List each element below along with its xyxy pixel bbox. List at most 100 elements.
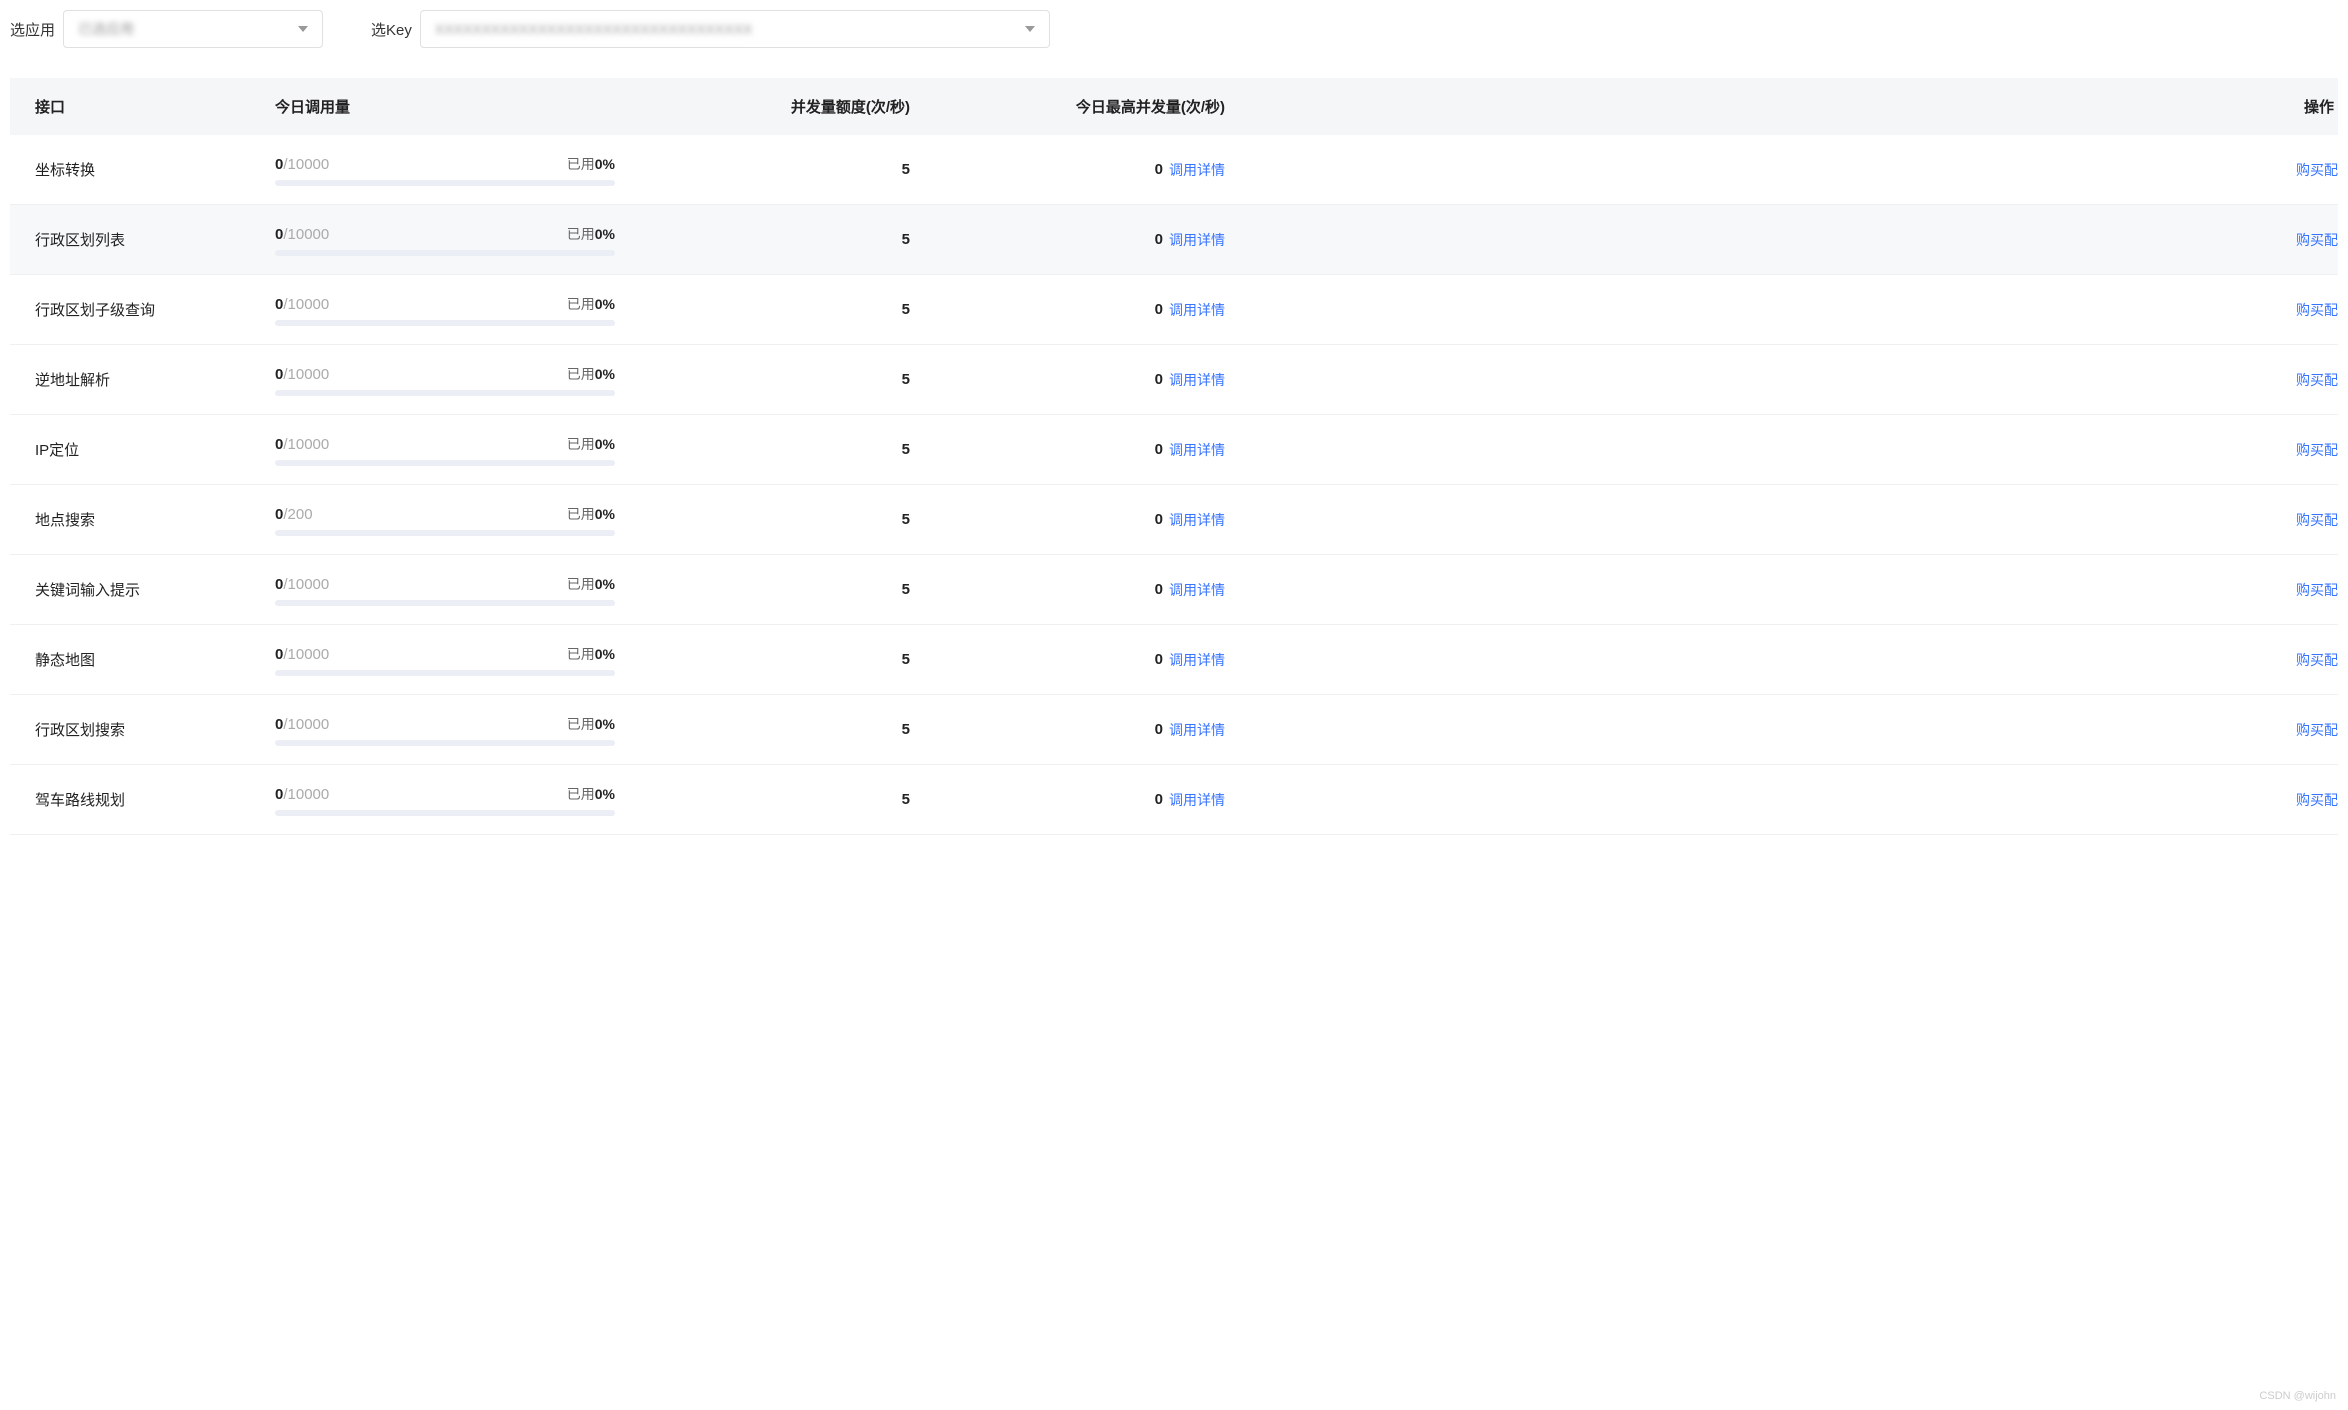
peak-value: 0 — [1155, 791, 1163, 808]
api-name: IP定位 — [10, 439, 275, 460]
purchase-link[interactable]: 购买配 — [2296, 792, 2338, 808]
usage-cell: 0/10000 已用0% — [275, 294, 615, 326]
detail-link[interactable]: 调用详情 — [1169, 370, 1225, 390]
peak-cell: 0 调用详情 — [945, 160, 1225, 180]
table-row: 关键词输入提示 0/10000 已用0% 5 0 调用详情 购买配 — [10, 555, 2338, 625]
detail-link[interactable]: 调用详情 — [1169, 720, 1225, 740]
action-cell: 购买配 — [1225, 440, 2338, 460]
api-name: 驾车路线规划 — [10, 789, 275, 810]
table-row: IP定位 0/10000 已用0% 5 0 调用详情 购买配 — [10, 415, 2338, 485]
usage-limit: /10000 — [283, 226, 329, 243]
usage-percent: 已用0% — [567, 504, 615, 524]
peak-cell: 0 调用详情 — [945, 370, 1225, 390]
peak-value: 0 — [1155, 441, 1163, 458]
api-name: 静态地图 — [10, 649, 275, 670]
peak-value: 0 — [1155, 371, 1163, 388]
table-row: 静态地图 0/10000 已用0% 5 0 调用详情 购买配 — [10, 625, 2338, 695]
api-name: 逆地址解析 — [10, 369, 275, 390]
app-select[interactable]: 已选应用 — [63, 10, 323, 48]
usage-cell: 0/10000 已用0% — [275, 224, 615, 256]
header-action: 操作 — [1225, 96, 2338, 117]
usage-progress-bar — [275, 320, 615, 326]
api-name: 行政区划搜索 — [10, 719, 275, 740]
table-row: 坐标转换 0/10000 已用0% 5 0 调用详情 购买配 — [10, 135, 2338, 205]
purchase-link[interactable]: 购买配 — [2296, 512, 2338, 528]
chevron-down-icon — [1025, 26, 1035, 32]
detail-link[interactable]: 调用详情 — [1169, 790, 1225, 810]
usage-percent: 已用0% — [567, 714, 615, 734]
detail-link[interactable]: 调用详情 — [1169, 580, 1225, 600]
watermark: CSDN @wijohn — [2259, 1390, 2336, 1402]
action-cell: 购买配 — [1225, 720, 2338, 740]
usage-percent: 已用0% — [567, 574, 615, 594]
usage-progress-bar — [275, 600, 615, 606]
table-row: 行政区划子级查询 0/10000 已用0% 5 0 调用详情 购买配 — [10, 275, 2338, 345]
usage-cell: 0/10000 已用0% — [275, 364, 615, 396]
header-interface: 接口 — [10, 96, 275, 117]
peak-value: 0 — [1155, 581, 1163, 598]
purchase-link[interactable]: 购买配 — [2296, 162, 2338, 178]
header-concurrency: 并发量额度(次/秒) — [615, 96, 945, 117]
peak-cell: 0 调用详情 — [945, 300, 1225, 320]
table-header-row: 接口 今日调用量 并发量额度(次/秒) 今日最高并发量(次/秒) 操作 — [10, 78, 2338, 135]
api-name: 行政区划子级查询 — [10, 299, 275, 320]
api-quota-table: 接口 今日调用量 并发量额度(次/秒) 今日最高并发量(次/秒) 操作 坐标转换… — [10, 78, 2338, 835]
action-cell: 购买配 — [1225, 510, 2338, 530]
usage-progress-bar — [275, 390, 615, 396]
purchase-link[interactable]: 购买配 — [2296, 302, 2338, 318]
detail-link[interactable]: 调用详情 — [1169, 650, 1225, 670]
purchase-link[interactable]: 购买配 — [2296, 442, 2338, 458]
peak-value: 0 — [1155, 511, 1163, 528]
usage-percent: 已用0% — [567, 364, 615, 384]
detail-link[interactable]: 调用详情 — [1169, 230, 1225, 250]
usage-limit: /10000 — [283, 436, 329, 453]
app-select-value: 已选应用 — [78, 19, 290, 39]
purchase-link[interactable]: 购买配 — [2296, 652, 2338, 668]
usage-percent: 已用0% — [567, 294, 615, 314]
usage-progress-bar — [275, 460, 615, 466]
usage-percent: 已用0% — [567, 434, 615, 454]
usage-percent: 已用0% — [567, 644, 615, 664]
peak-cell: 0 调用详情 — [945, 440, 1225, 460]
api-name: 坐标转换 — [10, 159, 275, 180]
api-name: 行政区划列表 — [10, 229, 275, 250]
purchase-link[interactable]: 购买配 — [2296, 232, 2338, 248]
usage-progress-bar — [275, 670, 615, 676]
key-select-value: XXXXXXXXXXXXXXXXXXXXXXXXXXXXXXXXXX — [435, 21, 1017, 37]
usage-progress-bar — [275, 250, 615, 256]
usage-limit: /10000 — [283, 156, 329, 173]
detail-link[interactable]: 调用详情 — [1169, 440, 1225, 460]
usage-cell: 0/10000 已用0% — [275, 154, 615, 186]
detail-link[interactable]: 调用详情 — [1169, 300, 1225, 320]
purchase-link[interactable]: 购买配 — [2296, 582, 2338, 598]
usage-progress-bar — [275, 810, 615, 816]
usage-limit: /10000 — [283, 786, 329, 803]
usage-cell: 0/10000 已用0% — [275, 434, 615, 466]
purchase-link[interactable]: 购买配 — [2296, 372, 2338, 388]
peak-cell: 0 调用详情 — [945, 650, 1225, 670]
detail-link[interactable]: 调用详情 — [1169, 160, 1225, 180]
usage-cell: 0/200 已用0% — [275, 504, 615, 536]
concurrency-value: 5 — [615, 441, 945, 458]
usage-progress-bar — [275, 530, 615, 536]
chevron-down-icon — [298, 26, 308, 32]
peak-cell: 0 调用详情 — [945, 230, 1225, 250]
peak-value: 0 — [1155, 651, 1163, 668]
peak-value: 0 — [1155, 301, 1163, 318]
usage-percent: 已用0% — [567, 224, 615, 244]
usage-cell: 0/10000 已用0% — [275, 714, 615, 746]
usage-limit: /10000 — [283, 296, 329, 313]
peak-cell: 0 调用详情 — [945, 790, 1225, 810]
filter-bar: 选应用 已选应用 选Key XXXXXXXXXXXXXXXXXXXXXXXXXX… — [10, 10, 2338, 48]
api-name: 地点搜索 — [10, 509, 275, 530]
concurrency-value: 5 — [615, 651, 945, 668]
usage-progress-bar — [275, 180, 615, 186]
concurrency-value: 5 — [615, 161, 945, 178]
key-select[interactable]: XXXXXXXXXXXXXXXXXXXXXXXXXXXXXXXXXX — [420, 10, 1050, 48]
purchase-link[interactable]: 购买配 — [2296, 722, 2338, 738]
concurrency-value: 5 — [615, 301, 945, 318]
table-row: 地点搜索 0/200 已用0% 5 0 调用详情 购买配 — [10, 485, 2338, 555]
action-cell: 购买配 — [1225, 650, 2338, 670]
detail-link[interactable]: 调用详情 — [1169, 510, 1225, 530]
peak-value: 0 — [1155, 161, 1163, 178]
